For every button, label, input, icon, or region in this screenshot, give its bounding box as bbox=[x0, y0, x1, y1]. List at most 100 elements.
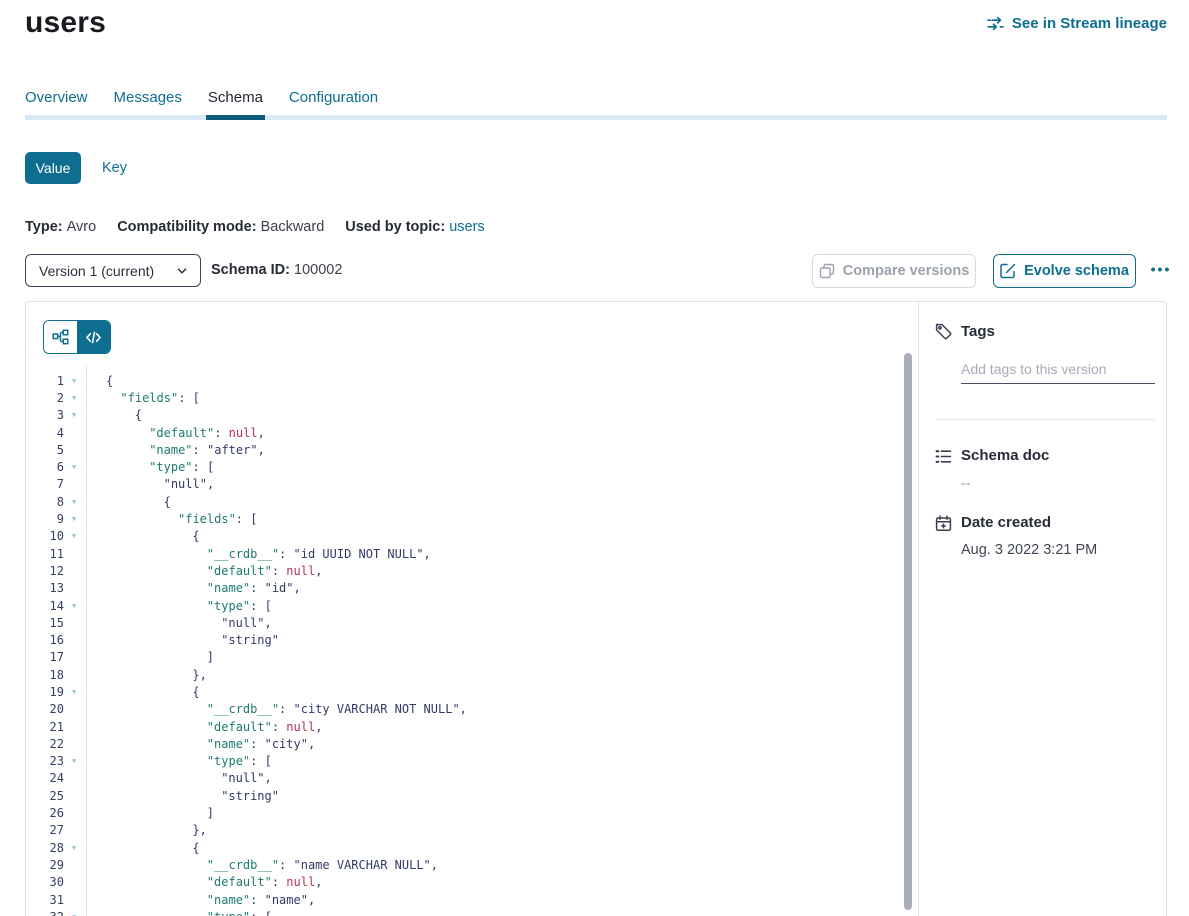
code-line: 16"string" bbox=[26, 631, 916, 648]
tab-schema[interactable]: Schema bbox=[208, 89, 263, 118]
code-line: 9▼"fields": [ bbox=[26, 510, 916, 527]
scrollbar-thumb[interactable] bbox=[904, 353, 912, 910]
line-number: 31 bbox=[26, 893, 64, 907]
code-text: { bbox=[86, 374, 113, 388]
code-line: 19▼{ bbox=[26, 683, 916, 700]
evolve-schema-button[interactable]: Evolve schema bbox=[993, 254, 1136, 288]
line-number: 24 bbox=[26, 771, 64, 785]
line-number: 2 bbox=[26, 391, 64, 405]
meta-item: Compatibility mode: Backward bbox=[117, 219, 324, 235]
code-text: "__crdb__": "name VARCHAR NULL", bbox=[86, 858, 438, 872]
code-text: }, bbox=[86, 823, 207, 837]
meta-item: Used by topic: users bbox=[345, 219, 484, 235]
code-editor[interactable]: 1▼{2▼"fields": [3▼{4"default": null,5"na… bbox=[26, 372, 916, 916]
fold-arrow-icon[interactable]: ▼ bbox=[64, 463, 86, 471]
compare-versions-button[interactable]: Compare versions bbox=[812, 254, 976, 288]
tree-view-icon bbox=[52, 329, 69, 346]
code-line: 22"name": "city", bbox=[26, 735, 916, 752]
line-number: 12 bbox=[26, 564, 64, 578]
tags-input[interactable] bbox=[961, 355, 1155, 384]
line-number: 22 bbox=[26, 737, 64, 751]
line-number: 17 bbox=[26, 650, 64, 664]
evolve-schema-icon bbox=[1000, 263, 1016, 279]
line-number: 7 bbox=[26, 477, 64, 491]
line-number: 15 bbox=[26, 616, 64, 630]
fold-arrow-icon[interactable]: ▼ bbox=[64, 532, 86, 540]
line-number: 11 bbox=[26, 547, 64, 561]
fold-arrow-icon[interactable]: ▼ bbox=[64, 757, 86, 765]
code-line: 10▼{ bbox=[26, 528, 916, 545]
line-number: 5 bbox=[26, 443, 64, 457]
line-number: 19 bbox=[26, 685, 64, 699]
tree-view-button[interactable] bbox=[44, 321, 77, 353]
code-view-button[interactable] bbox=[77, 321, 110, 353]
code-line: 5 "name": "after", bbox=[26, 441, 916, 458]
code-line: 26] bbox=[26, 804, 916, 821]
code-text: { bbox=[86, 841, 200, 855]
code-line: 25"string" bbox=[26, 787, 916, 804]
chevron-down-icon bbox=[175, 264, 189, 278]
line-number: 25 bbox=[26, 789, 64, 803]
schema-id-value: 100002 bbox=[294, 262, 342, 278]
code-text: { bbox=[86, 529, 200, 543]
tab-configuration[interactable]: Configuration bbox=[289, 89, 378, 118]
code-text: "type": [ bbox=[86, 910, 272, 916]
stream-lineage-link[interactable]: See in Stream lineage bbox=[987, 15, 1167, 32]
value-toggle-button[interactable]: Value bbox=[25, 152, 81, 184]
code-text: "default": null, bbox=[86, 564, 322, 578]
fold-arrow-icon[interactable]: ▼ bbox=[64, 688, 86, 696]
line-number: 23 bbox=[26, 754, 64, 768]
meta-item: Type: Avro bbox=[25, 219, 96, 235]
line-number: 3 bbox=[26, 408, 64, 422]
fold-arrow-icon[interactable]: ▼ bbox=[64, 411, 86, 419]
code-view-icon bbox=[85, 329, 102, 346]
code-text: "name": "after", bbox=[86, 443, 265, 457]
sidebar-divider bbox=[935, 419, 1155, 420]
code-line: 32▼"type": [ bbox=[26, 908, 916, 916]
schema-panel: 1▼{2▼"fields": [3▼{4"default": null,5"na… bbox=[25, 301, 1167, 916]
meta-label: Type: bbox=[25, 219, 67, 235]
code-line: 8▼{ bbox=[26, 493, 916, 510]
code-line: 12 "default": null, bbox=[26, 562, 916, 579]
code-text: "null", bbox=[86, 477, 214, 491]
fold-arrow-icon[interactable]: ▼ bbox=[64, 498, 86, 506]
fold-arrow-icon[interactable]: ▼ bbox=[64, 844, 86, 852]
line-number: 14 bbox=[26, 599, 64, 613]
line-number: 10 bbox=[26, 529, 64, 543]
code-text: { bbox=[86, 685, 200, 699]
evolve-schema-label: Evolve schema bbox=[1024, 263, 1129, 279]
meta-value: Backward bbox=[261, 219, 325, 235]
tags-title: Tags bbox=[961, 323, 995, 340]
code-line: 2▼"fields": [ bbox=[26, 389, 916, 406]
tab-overview[interactable]: Overview bbox=[25, 89, 88, 118]
topic-link[interactable]: users bbox=[449, 219, 484, 235]
code-text: "fields": [ bbox=[86, 512, 257, 526]
fold-arrow-icon[interactable]: ▼ bbox=[64, 377, 86, 385]
code-text: ] bbox=[86, 806, 214, 820]
code-line: 31"name": "name", bbox=[26, 891, 916, 908]
code-text: "__crdb__": "city VARCHAR NOT NULL", bbox=[86, 702, 467, 716]
page-title: users bbox=[25, 6, 106, 40]
line-number: 28 bbox=[26, 841, 64, 855]
fold-arrow-icon[interactable]: ▼ bbox=[64, 602, 86, 610]
date-created-value: Aug. 3 2022 3:21 PM bbox=[961, 542, 1097, 558]
line-number: 13 bbox=[26, 581, 64, 595]
key-toggle-link[interactable]: Key bbox=[102, 152, 127, 184]
code-line: 11"__crdb__": "id UUID NOT NULL", bbox=[26, 545, 916, 562]
compare-versions-icon bbox=[819, 263, 835, 279]
tab-messages[interactable]: Messages bbox=[114, 89, 182, 118]
compare-versions-label: Compare versions bbox=[843, 263, 970, 279]
more-actions-button[interactable]: ••• bbox=[1143, 252, 1179, 286]
code-text: { bbox=[86, 495, 171, 509]
code-text: ] bbox=[86, 650, 214, 664]
fold-arrow-icon[interactable]: ▼ bbox=[64, 394, 86, 402]
stream-lineage-label: See in Stream lineage bbox=[1012, 15, 1167, 32]
meta-label: Compatibility mode: bbox=[117, 219, 260, 235]
schema-id-label: Schema ID: bbox=[211, 262, 290, 278]
tag-icon bbox=[935, 323, 952, 340]
schema-meta: Type: Avro Compatibility mode: Backward Us… bbox=[25, 219, 485, 235]
fold-arrow-icon[interactable]: ▼ bbox=[64, 515, 86, 523]
version-select[interactable]: Version 1 (current) bbox=[25, 254, 201, 287]
code-line: 24"null", bbox=[26, 770, 916, 787]
line-number: 1 bbox=[26, 374, 64, 388]
